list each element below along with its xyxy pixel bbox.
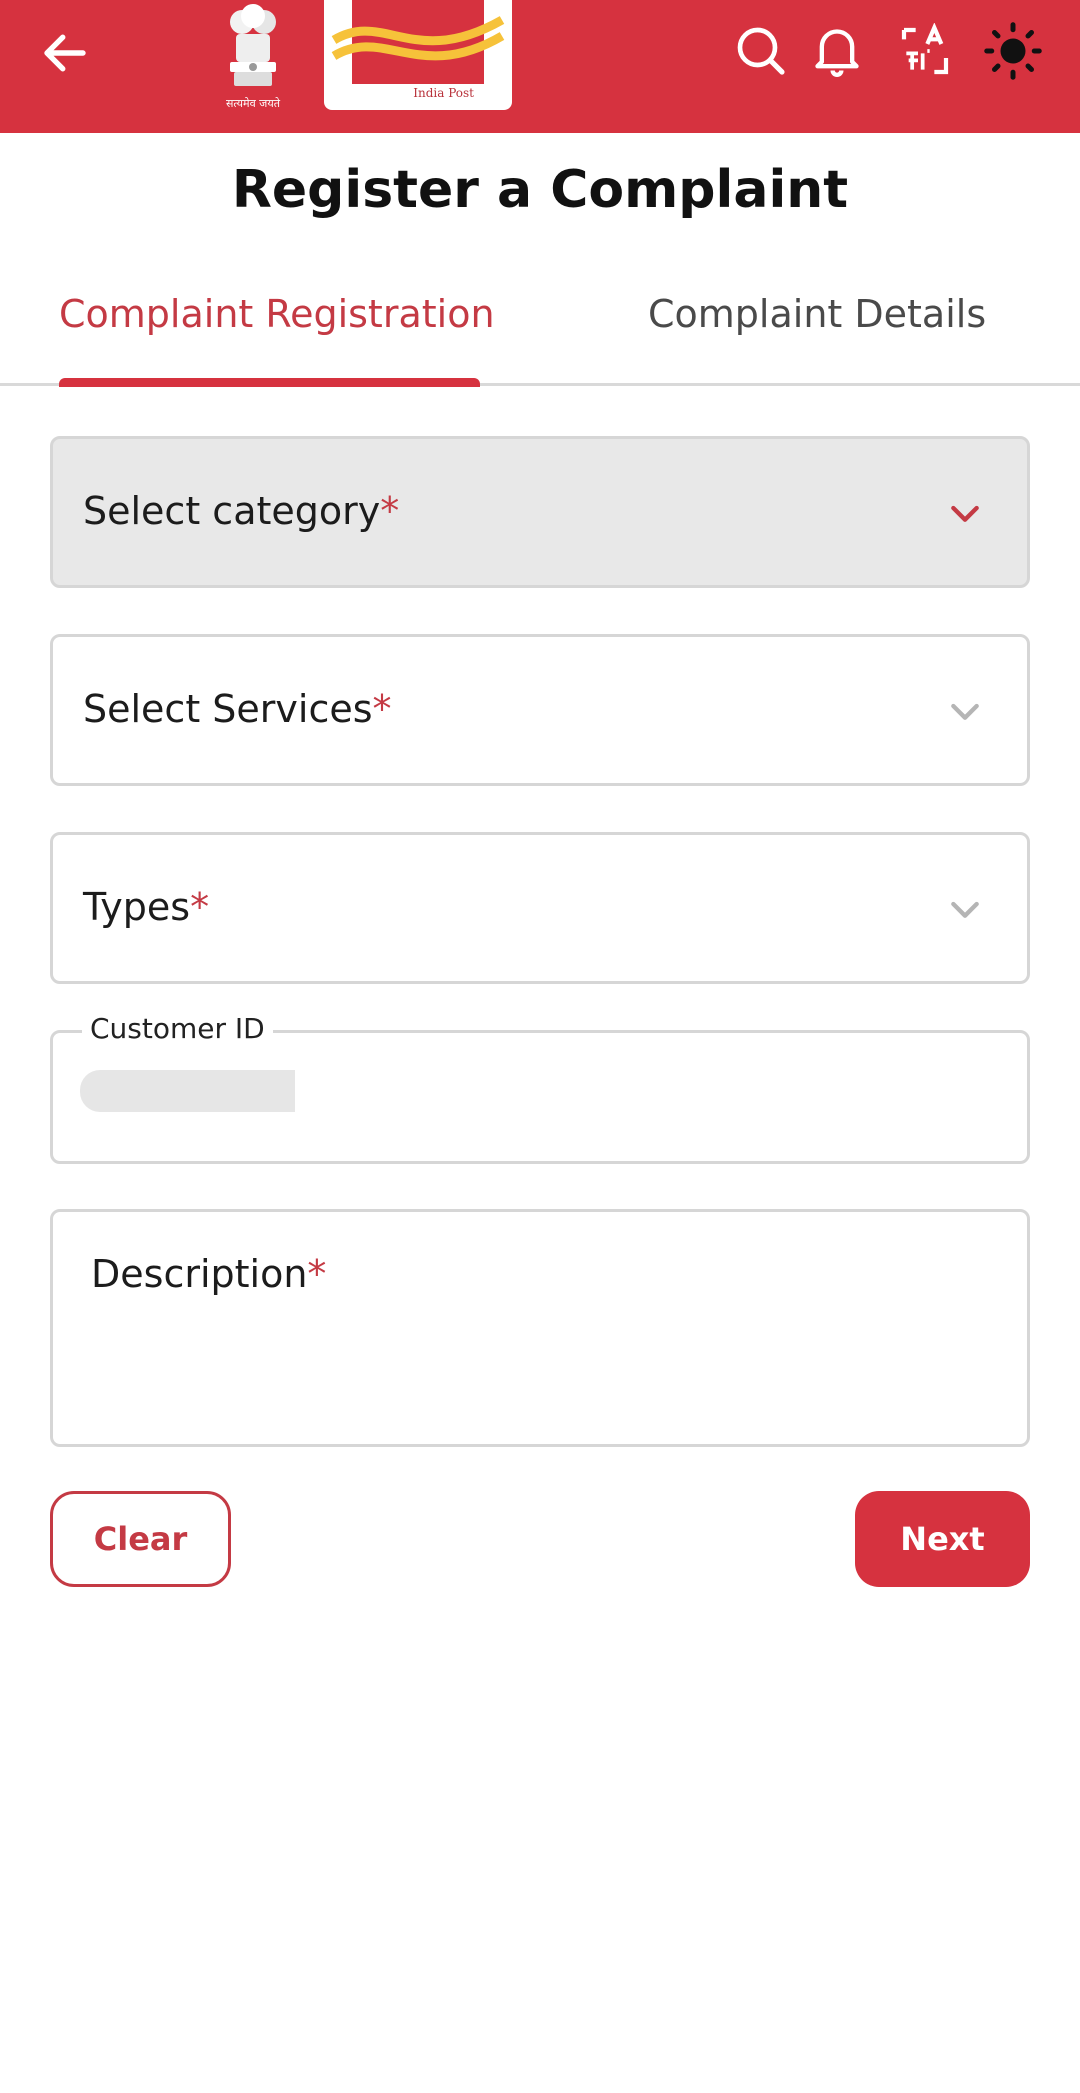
clear-button[interactable]: Clear <box>50 1491 231 1587</box>
emblem-caption: सत्यमेव जयते <box>225 97 280 110</box>
chevron-down-icon <box>951 901 979 918</box>
india-post-logo: India Post <box>324 0 512 110</box>
app-header: सत्यमेव जयते India Post <box>0 0 1080 133</box>
required-marker: * <box>190 885 210 929</box>
required-marker: * <box>307 1252 327 1296</box>
translate-icon <box>901 23 949 75</box>
chevron-down-icon <box>951 505 979 522</box>
category-label: Select category* <box>83 489 400 533</box>
category-select[interactable]: Select category* <box>50 436 1030 588</box>
required-marker: * <box>380 489 400 533</box>
tab-complaint-details[interactable]: Complaint Details <box>648 292 986 336</box>
tab-bar: Complaint Registration Complaint Details <box>0 270 1080 387</box>
types-label: Types* <box>83 885 210 929</box>
types-select[interactable]: Types* <box>50 832 1030 984</box>
bell-icon <box>815 29 859 77</box>
description-label: Description* <box>91 1252 327 1296</box>
chevron-down-icon <box>951 703 979 720</box>
active-tab-indicator <box>59 378 480 387</box>
theme-toggle-button[interactable] <box>980 16 1046 86</box>
customer-id-label: Customer ID <box>82 1012 273 1045</box>
tab-complaint-registration[interactable]: Complaint Registration <box>59 292 495 336</box>
search-icon <box>737 27 785 75</box>
next-button[interactable]: Next <box>855 1491 1030 1587</box>
back-button[interactable] <box>30 18 100 88</box>
logo-caption: India Post <box>413 86 474 100</box>
required-marker: * <box>372 687 392 731</box>
services-select[interactable]: Select Services* <box>50 634 1030 786</box>
sun-icon <box>984 22 1042 80</box>
language-toggle-button[interactable] <box>892 16 958 86</box>
notifications-button[interactable] <box>804 16 870 86</box>
arrow-left-icon <box>44 34 86 72</box>
description-field[interactable]: Description* <box>50 1209 1030 1447</box>
search-button[interactable] <box>728 16 794 86</box>
page-title: Register a Complaint <box>231 160 849 220</box>
customer-id-redacted-value <box>80 1070 295 1112</box>
services-label: Select Services* <box>83 687 392 731</box>
